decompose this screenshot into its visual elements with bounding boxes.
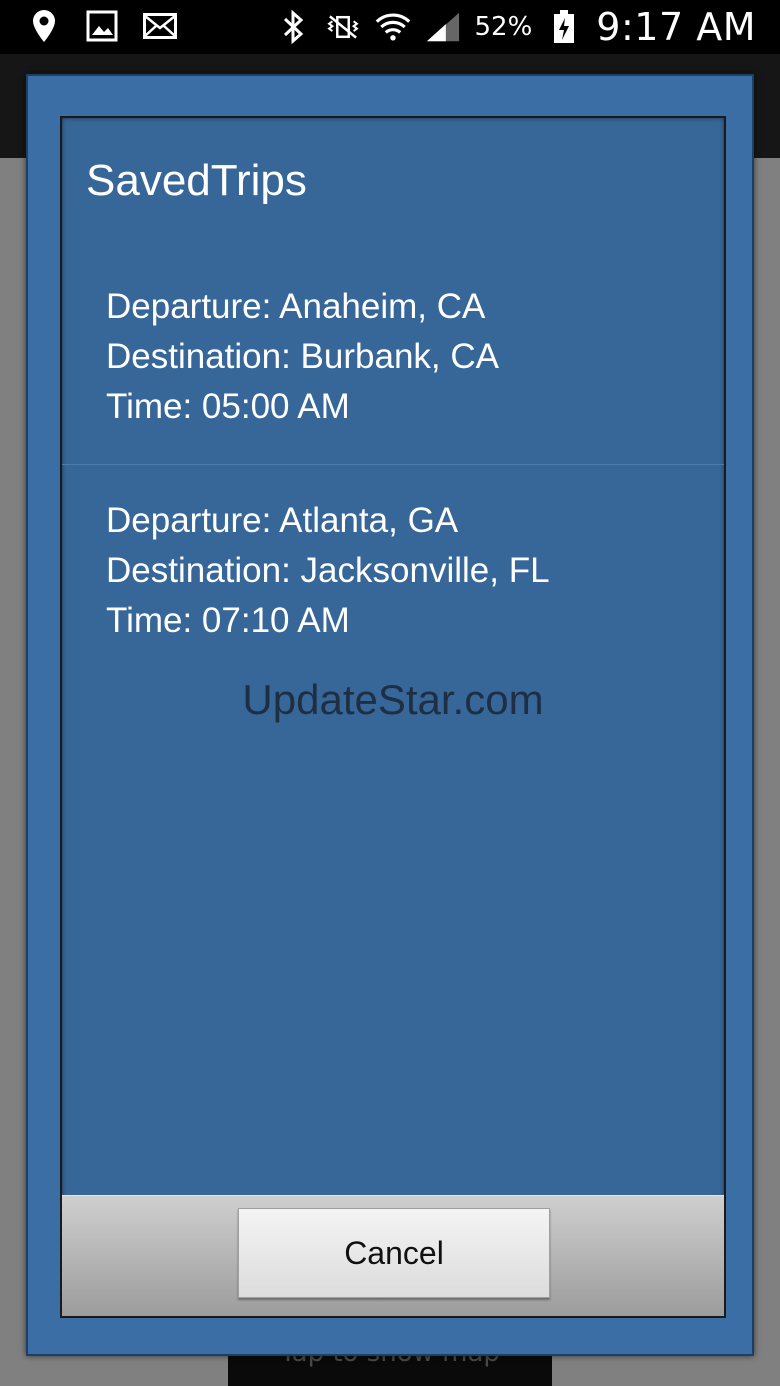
trip-time: Time: 07:10 AM	[106, 601, 350, 640]
signal-icon	[425, 9, 461, 45]
image-icon	[84, 8, 120, 44]
trip-item-1[interactable]: Departure: Anaheim, CA Destination: Burb…	[106, 282, 499, 432]
notification-icons	[26, 8, 178, 44]
trip-item-2[interactable]: Departure: Atlanta, GA Destination: Jack…	[106, 496, 550, 646]
saved-trips-dialog: SavedTrips Departure: Anaheim, CA Destin…	[26, 74, 754, 1356]
cancel-button[interactable]: Cancel	[238, 1208, 550, 1298]
system-icons: 52% 9:17 AM	[275, 0, 757, 54]
dialog-button-bar: Cancel	[62, 1195, 724, 1316]
mail-icon	[142, 8, 178, 44]
status-bar: 52% 9:17 AM	[0, 0, 780, 54]
trip-destination: Destination: Jacksonville, FL	[106, 551, 550, 590]
trip-destination: Destination: Burbank, CA	[106, 337, 499, 376]
location-icon	[26, 8, 62, 44]
wifi-icon	[375, 9, 411, 45]
battery-percent: 52%	[474, 12, 533, 42]
list-divider	[62, 464, 724, 465]
battery-icon	[546, 9, 582, 45]
dialog-title: SavedTrips	[86, 156, 307, 205]
watermark: UpdateStar.com	[242, 676, 544, 723]
clock: 9:17 AM	[596, 5, 756, 49]
trip-departure: Departure: Anaheim, CA	[106, 287, 486, 326]
trip-time: Time: 05:00 AM	[106, 387, 350, 426]
dialog-content: SavedTrips Departure: Anaheim, CA Destin…	[60, 116, 726, 1318]
trip-departure: Departure: Atlanta, GA	[106, 501, 459, 540]
vibrate-icon	[325, 9, 361, 45]
bluetooth-icon	[275, 9, 311, 45]
